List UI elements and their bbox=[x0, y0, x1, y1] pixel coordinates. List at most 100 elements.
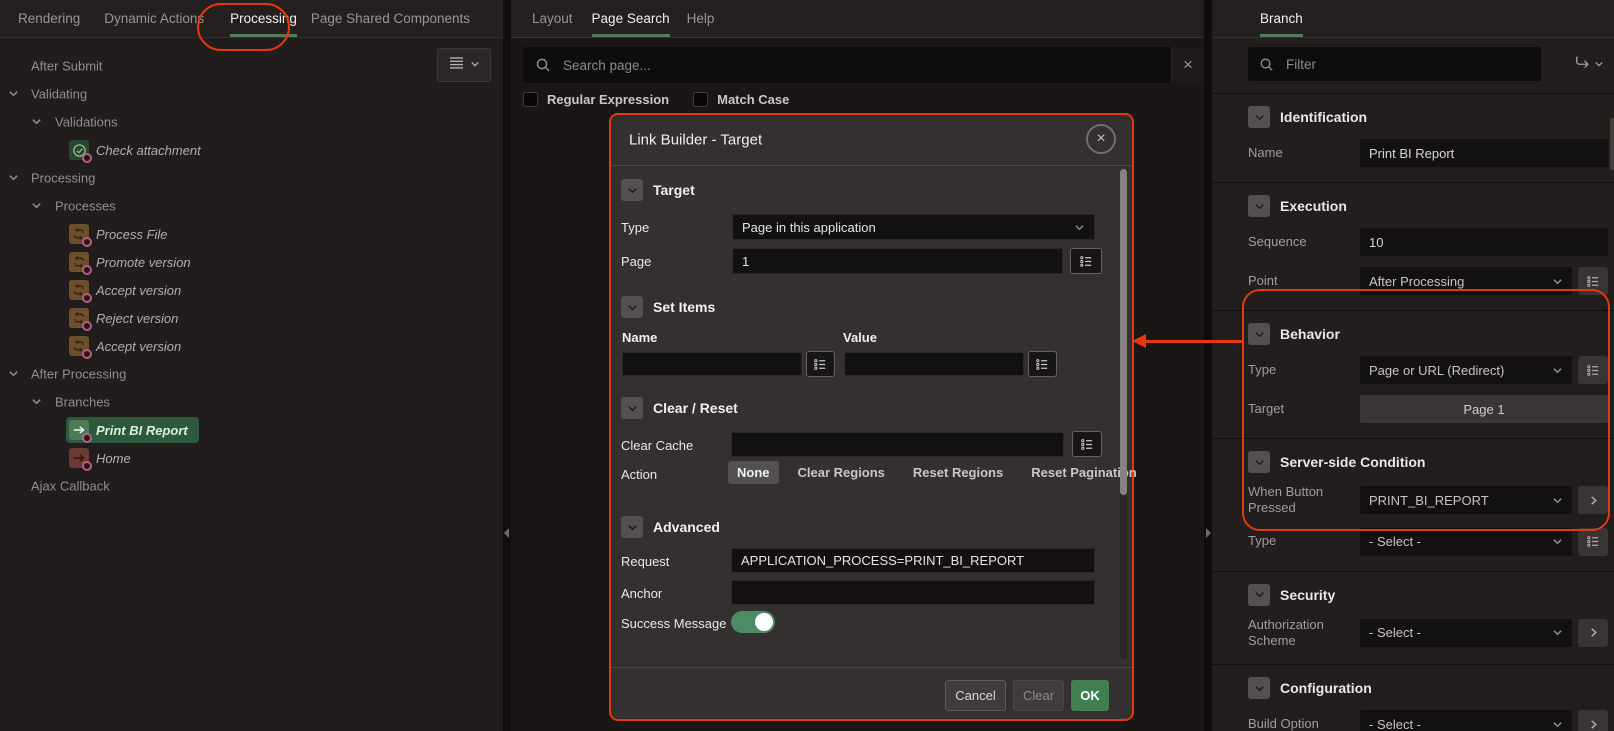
chevron-down-icon[interactable] bbox=[31, 396, 42, 407]
request-input[interactable]: APPLICATION_PROCESS=PRINT_BI_REPORT bbox=[731, 548, 1095, 573]
tree-item-home[interactable]: Home bbox=[0, 444, 503, 472]
collapse-section-button[interactable] bbox=[1248, 195, 1270, 217]
set-item-value-input[interactable] bbox=[844, 352, 1024, 376]
action-option-reset-regions[interactable]: Reset Regions bbox=[904, 461, 1012, 484]
list-of-values-button[interactable] bbox=[1578, 528, 1608, 556]
list-of-values-button[interactable] bbox=[1578, 356, 1608, 384]
tree-item-accept-version[interactable]: Accept version bbox=[0, 332, 503, 360]
collapse-section-button[interactable] bbox=[1248, 677, 1270, 699]
property-row: PointAfter Processing bbox=[1248, 267, 1608, 295]
checkbox-icon[interactable] bbox=[523, 92, 538, 107]
target-type-select[interactable]: Page in this application bbox=[732, 214, 1095, 240]
tree-leaf[interactable]: Accept version bbox=[66, 277, 192, 303]
tree-item-validating[interactable]: Validating bbox=[0, 80, 503, 108]
chevron-down-icon[interactable] bbox=[8, 88, 19, 99]
collapse-section-button[interactable] bbox=[621, 397, 643, 419]
tree-leaf[interactable]: Reject version bbox=[66, 305, 189, 331]
right-scrollbar[interactable] bbox=[1610, 118, 1614, 170]
set-item-value-lov-button[interactable] bbox=[1028, 351, 1057, 377]
clear-cache-lov-button[interactable] bbox=[1072, 431, 1102, 457]
dialog-scrollbar[interactable] bbox=[1120, 169, 1127, 495]
collapse-section-button[interactable] bbox=[1248, 451, 1270, 473]
filter-input[interactable] bbox=[1284, 56, 1541, 73]
tree-item-accept-version[interactable]: Accept version bbox=[0, 276, 503, 304]
tree-item-print-bi-report[interactable]: Print BI Report bbox=[0, 416, 503, 444]
collapse-section-button[interactable] bbox=[1248, 584, 1270, 606]
dialog-title: Link Builder - Target bbox=[629, 132, 762, 149]
target-button[interactable]: Page 1 bbox=[1360, 395, 1608, 423]
action-option-reset-pagination[interactable]: Reset Pagination bbox=[1022, 461, 1145, 484]
right-splitter[interactable] bbox=[1204, 0, 1212, 731]
tree-leaf[interactable]: Home bbox=[66, 445, 142, 471]
success-message-toggle[interactable] bbox=[731, 611, 775, 633]
list-of-values-button[interactable] bbox=[1578, 267, 1608, 295]
set-item-name-lov-button[interactable] bbox=[806, 351, 835, 377]
tree-item-after-processing[interactable]: After Processing bbox=[0, 360, 503, 388]
chevron-down-icon[interactable] bbox=[8, 368, 19, 379]
when-button-pressed-select[interactable]: PRINT_BI_REPORT bbox=[1360, 486, 1572, 514]
tree-item-branches[interactable]: Branches bbox=[0, 388, 503, 416]
drilldown-button[interactable] bbox=[1578, 486, 1608, 514]
tree-item-process-file[interactable]: Process File bbox=[0, 220, 503, 248]
tree-item-validations[interactable]: Validations bbox=[0, 108, 503, 136]
tree-leaf[interactable]: Check attachment bbox=[66, 137, 212, 163]
collapse-section-button[interactable] bbox=[621, 179, 643, 201]
page-lov-button[interactable] bbox=[1070, 248, 1102, 274]
collapse-section-button[interactable] bbox=[621, 296, 643, 318]
left-splitter[interactable] bbox=[503, 0, 511, 731]
type-select[interactable]: - Select - bbox=[1360, 528, 1572, 556]
page-input[interactable]: 1 bbox=[732, 248, 1063, 274]
type-select[interactable]: Page or URL (Redirect) bbox=[1360, 356, 1572, 384]
tab-branch[interactable]: Branch bbox=[1260, 0, 1303, 37]
match-case-option[interactable]: Match Case bbox=[693, 92, 789, 107]
name-input[interactable]: Print BI Report bbox=[1360, 139, 1608, 167]
collapse-section-button[interactable] bbox=[621, 516, 643, 538]
close-icon[interactable]: × bbox=[1086, 124, 1116, 154]
collapse-section-button[interactable] bbox=[1248, 323, 1270, 345]
build-option-select[interactable]: - Select - bbox=[1360, 710, 1572, 731]
tree-item-after-submit[interactable]: After Submit bbox=[0, 52, 503, 80]
tab-processing[interactable]: Processing bbox=[230, 0, 297, 37]
point-select[interactable]: After Processing bbox=[1360, 267, 1572, 295]
collapse-right-icon[interactable] bbox=[1206, 528, 1211, 538]
collapse-left-icon[interactable] bbox=[504, 528, 509, 538]
go-to-group-button[interactable] bbox=[1574, 55, 1604, 74]
action-option-none[interactable]: None bbox=[728, 461, 779, 484]
set-item-name-input[interactable] bbox=[622, 352, 802, 376]
tree-leaf[interactable]: Accept version bbox=[66, 333, 192, 359]
authorization-scheme-select[interactable]: - Select - bbox=[1360, 619, 1572, 647]
drilldown-button[interactable] bbox=[1578, 710, 1608, 731]
clear-button[interactable]: Clear bbox=[1013, 680, 1064, 711]
search-clear-button[interactable]: × bbox=[1171, 47, 1204, 83]
search-input[interactable] bbox=[561, 57, 1171, 74]
tree-item-reject-version[interactable]: Reject version bbox=[0, 304, 503, 332]
tab-dynamic-actions[interactable]: Dynamic Actions bbox=[104, 0, 204, 37]
tab-help[interactable]: Help bbox=[687, 0, 715, 37]
tab-layout[interactable]: Layout bbox=[532, 0, 573, 37]
tree-item-processes[interactable]: Processes bbox=[0, 192, 503, 220]
anchor-input[interactable] bbox=[731, 580, 1095, 605]
tab-page-shared-components[interactable]: Page Shared Components bbox=[311, 0, 470, 37]
tree-item-processing[interactable]: Processing bbox=[0, 164, 503, 192]
drilldown-button[interactable] bbox=[1578, 619, 1608, 647]
clear-cache-input[interactable] bbox=[731, 432, 1064, 457]
chevron-down-icon[interactable] bbox=[31, 116, 42, 127]
cancel-button[interactable]: Cancel bbox=[945, 680, 1006, 711]
checkbox-icon[interactable] bbox=[693, 92, 708, 107]
tree-leaf[interactable]: Process File bbox=[66, 221, 179, 247]
chevron-down-icon[interactable] bbox=[31, 200, 42, 211]
tree-leaf[interactable]: Promote version bbox=[66, 249, 202, 275]
tree-item-check-attachment[interactable]: Check attachment bbox=[0, 136, 503, 164]
tree-leaf[interactable]: Print BI Report bbox=[66, 417, 199, 443]
tree-item-ajax-callback[interactable]: Ajax Callback bbox=[0, 472, 503, 500]
tab-rendering[interactable]: Rendering bbox=[18, 0, 80, 37]
property-editor-panel: Branch IdentificationNamePrint BI Report… bbox=[1212, 0, 1614, 731]
tab-page-search[interactable]: Page Search bbox=[592, 0, 670, 37]
chevron-down-icon[interactable] bbox=[8, 172, 19, 183]
sequence-input[interactable]: 10 bbox=[1360, 228, 1608, 256]
regular-expression-option[interactable]: Regular Expression bbox=[523, 92, 669, 107]
action-option-clear-regions[interactable]: Clear Regions bbox=[789, 461, 894, 484]
collapse-section-button[interactable] bbox=[1248, 106, 1270, 128]
tree-item-promote-version[interactable]: Promote version bbox=[0, 248, 503, 276]
ok-button[interactable]: OK bbox=[1071, 680, 1109, 711]
